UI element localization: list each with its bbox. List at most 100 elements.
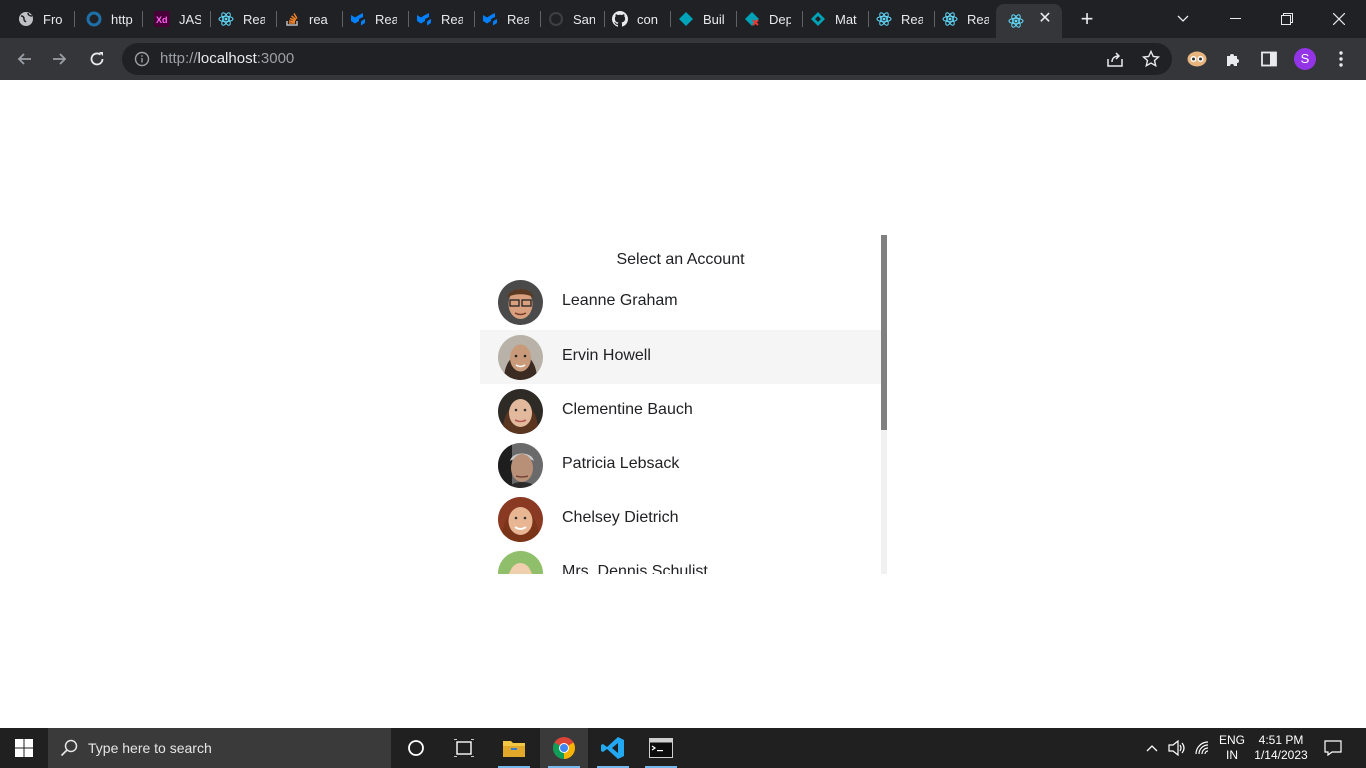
tab-title: Rea <box>507 11 529 27</box>
network-icon[interactable] <box>1191 728 1213 768</box>
ring-icon <box>86 11 102 27</box>
extensions-puzzle-icon[interactable] <box>1222 48 1244 70</box>
account-name: Ervin Howell <box>562 347 651 364</box>
mui-icon <box>350 11 366 27</box>
account-item[interactable]: Clementine Bauch <box>480 384 881 438</box>
github-icon <box>612 11 628 27</box>
language-code: ENG <box>1218 733 1245 747</box>
profile-initial: S <box>1294 48 1316 70</box>
minimize-button[interactable] <box>1212 0 1258 38</box>
tab-title: Buil <box>703 11 725 27</box>
globe-icon <box>18 11 34 27</box>
cortana-circle-icon[interactable] <box>392 728 440 768</box>
account-item-highlighted[interactable]: Ervin Howell <box>480 330 881 384</box>
close-window-button[interactable] <box>1316 0 1362 38</box>
browser-tab[interactable]: Dep <box>732 0 798 38</box>
tab-search-chevron-icon[interactable] <box>1160 0 1206 38</box>
reload-icon[interactable] <box>85 47 109 71</box>
mui-icon <box>416 11 432 27</box>
avatar <box>498 443 543 488</box>
new-tab-button[interactable]: + <box>1076 8 1098 30</box>
tab-strip: Fro http Xd JAS Rea rea Rea Rea Rea San <box>0 0 1366 38</box>
account-item[interactable]: Mrs. Dennis Schulist <box>480 546 881 574</box>
windows-taskbar: Type here to search ENG IN 4:51 PM 1/14/… <box>0 728 1366 768</box>
account-name: Mrs. Dennis Schulist <box>562 563 708 574</box>
browser-tab[interactable]: con <box>600 0 666 38</box>
codesandbox-icon <box>548 11 564 27</box>
tray-chevron-up-icon[interactable] <box>1142 728 1162 768</box>
share-icon[interactable] <box>1104 48 1126 70</box>
browser-tab[interactable]: Rea <box>404 0 470 38</box>
account-name: Leanne Graham <box>562 292 678 309</box>
taskbar-search-box[interactable]: Type here to search <box>48 728 391 768</box>
tab-title: San <box>573 11 595 27</box>
tab-title: http <box>111 11 133 27</box>
avatar <box>498 389 543 434</box>
windows-start-icon[interactable] <box>0 728 48 768</box>
browser-tab[interactable]: Rea <box>930 0 996 38</box>
tab-title: Rea <box>441 11 463 27</box>
site-info-icon[interactable] <box>134 51 150 67</box>
stackoverflow-icon <box>284 11 300 27</box>
tab-title: Dep <box>769 11 791 27</box>
browser-tab[interactable]: Rea <box>470 0 536 38</box>
avatar <box>498 280 543 325</box>
account-item[interactable]: Patricia Lebsack <box>480 438 881 492</box>
browser-tab[interactable]: Rea <box>864 0 930 38</box>
browser-tab[interactable]: Buil <box>666 0 732 38</box>
account-item[interactable]: Chelsey Dietrich <box>480 492 881 546</box>
forward-arrow-icon[interactable] <box>48 47 72 71</box>
tab-title: Rea <box>243 11 265 27</box>
react-icon <box>1008 13 1024 29</box>
system-clock[interactable]: 4:51 PM 1/14/2023 <box>1250 733 1312 763</box>
restore-button[interactable] <box>1264 0 1310 38</box>
kebab-menu-icon[interactable] <box>1330 48 1352 70</box>
language-indicator[interactable]: ENG IN <box>1212 733 1252 763</box>
account-name: Patricia Lebsack <box>562 455 680 472</box>
diamond-error-icon <box>744 11 760 27</box>
file-explorer-icon[interactable] <box>490 728 538 768</box>
bookmark-star-icon[interactable] <box>1140 48 1162 70</box>
react-icon <box>876 11 892 27</box>
address-bar[interactable]: http://localhost:3000 <box>122 43 1172 75</box>
side-panel-icon[interactable] <box>1258 48 1280 70</box>
browser-tab[interactable]: Rea <box>206 0 272 38</box>
profile-avatar[interactable]: S <box>1294 48 1316 70</box>
chrome-icon[interactable] <box>540 728 588 768</box>
browser-tab[interactable]: http <box>74 0 140 38</box>
volume-icon[interactable] <box>1166 728 1188 768</box>
adobe-xd-icon: Xd <box>154 11 170 27</box>
close-tab-icon[interactable]: ✕ <box>1036 10 1054 28</box>
account-item[interactable]: Leanne Graham <box>480 275 881 329</box>
panel-title: Select an Account <box>616 251 745 268</box>
browser-tab[interactable]: Fro <box>6 0 72 38</box>
account-list-scrollbar[interactable] <box>881 235 887 574</box>
mui-icon <box>482 11 498 27</box>
scrollbar-thumb[interactable] <box>881 235 887 430</box>
tab-title: Rea <box>967 11 989 27</box>
account-select-panel: Select an Account Leanne Graham Ervin Ho… <box>480 235 887 574</box>
browser-tab[interactable]: San <box>536 0 602 38</box>
language-region: IN <box>1226 748 1238 762</box>
tab-title: Rea <box>901 11 923 27</box>
terminal-icon[interactable] <box>637 728 685 768</box>
notifications-icon[interactable] <box>1318 728 1348 768</box>
react-icon <box>218 11 234 27</box>
tab-title: rea <box>309 11 328 27</box>
material-icon <box>810 11 826 27</box>
avatar <box>498 551 543 574</box>
browser-tab[interactable]: Xd JAS <box>142 0 208 38</box>
tab-title: Rea <box>375 11 397 27</box>
task-view-icon[interactable] <box>440 728 488 768</box>
vscode-icon[interactable] <box>589 728 637 768</box>
back-arrow-icon[interactable] <box>12 47 36 71</box>
svg-text:Xd: Xd <box>156 15 168 25</box>
tab-title: Mat <box>835 11 857 27</box>
browser-tab[interactable]: Mat <box>798 0 864 38</box>
account-name: Clementine Bauch <box>562 401 693 418</box>
browser-tab[interactable]: Rea <box>338 0 404 38</box>
browser-tab[interactable]: rea <box>272 0 338 38</box>
extension-eyes-icon[interactable] <box>1186 48 1208 70</box>
search-icon <box>60 739 78 762</box>
avatar <box>498 497 543 542</box>
